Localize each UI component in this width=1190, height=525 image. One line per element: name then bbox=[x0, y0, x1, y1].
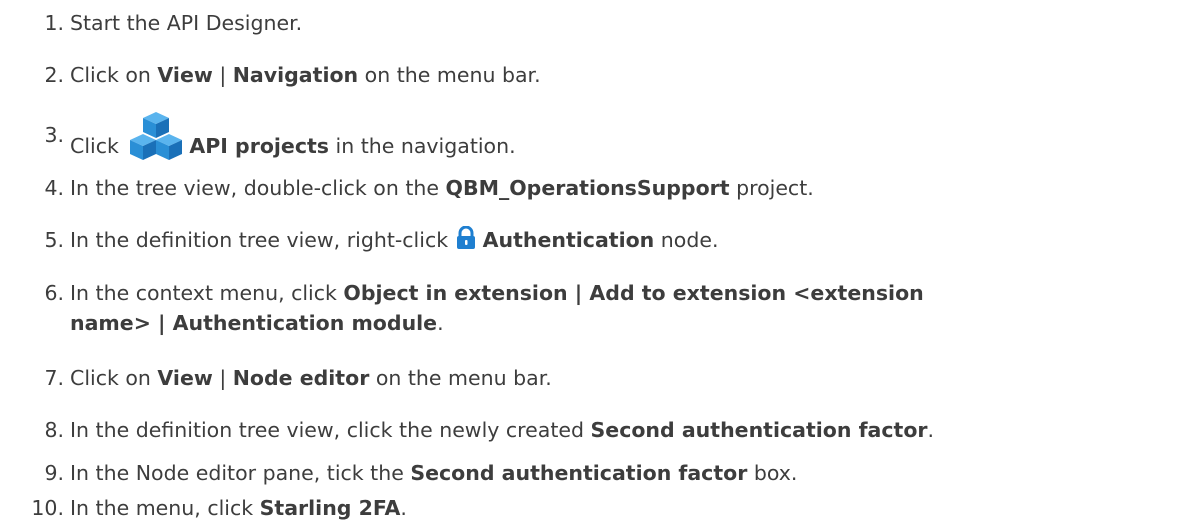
step-text: In the menu, click Starling 2FA. bbox=[70, 496, 407, 520]
step-text: Click on View | Node editor on the menu … bbox=[70, 366, 552, 390]
stacked-cubes-icon bbox=[125, 110, 187, 164]
step-number: 1. bbox=[44, 11, 64, 35]
node-second-authentication-factor: Second authentication factor bbox=[590, 418, 928, 442]
step-number: 7. bbox=[44, 366, 64, 390]
step-number: 3. bbox=[44, 123, 64, 147]
step-number: 4. bbox=[44, 176, 64, 200]
menu-item-add-to-extension-cont: name> bbox=[70, 311, 151, 335]
step-text: Start the API Designer. bbox=[70, 11, 303, 35]
step-number: 2. bbox=[44, 63, 64, 87]
step-text: In the definition tree view, click the n… bbox=[70, 418, 935, 442]
menu-item-object-in-extension: Object in extension bbox=[343, 281, 568, 305]
step-number: 9. bbox=[44, 461, 64, 485]
step-text: Click API projects in the navigation. bbox=[70, 112, 516, 174]
step-number: 10. bbox=[31, 496, 64, 520]
checkbox-second-authentication-factor: Second authentication factor bbox=[410, 461, 748, 485]
menu-name-view: View bbox=[157, 63, 213, 87]
nav-item-api-projects: API projects bbox=[189, 134, 329, 158]
lock-icon bbox=[455, 225, 477, 250]
menu-item-add-to-extension: Add to extension <extension bbox=[589, 281, 924, 305]
menu-name-view: View bbox=[157, 366, 213, 390]
step-number: 5. bbox=[44, 228, 64, 252]
node-authentication: Authentication bbox=[482, 228, 655, 252]
step-text: In the context menu, click Object in ext… bbox=[70, 281, 924, 335]
menu-item-navigation: Navigation bbox=[232, 63, 359, 87]
step-text: In the tree view, double-click on the QB… bbox=[70, 176, 814, 200]
menu-item-authentication-module: Authentication module bbox=[172, 311, 438, 335]
project-name: QBM_OperationsSupport bbox=[445, 176, 730, 200]
step-text: In the Node editor pane, tick the Second… bbox=[70, 461, 798, 485]
step-number: 6. bbox=[44, 281, 64, 305]
menu-item-starling-2fa: Starling 2FA bbox=[259, 496, 401, 520]
step-text: In the definition tree view, right-click… bbox=[70, 225, 719, 252]
menu-item-node-editor: Node editor bbox=[232, 366, 370, 390]
step-text: Click on View | Navigation on the menu b… bbox=[70, 63, 541, 87]
step-number: 8. bbox=[44, 418, 64, 442]
